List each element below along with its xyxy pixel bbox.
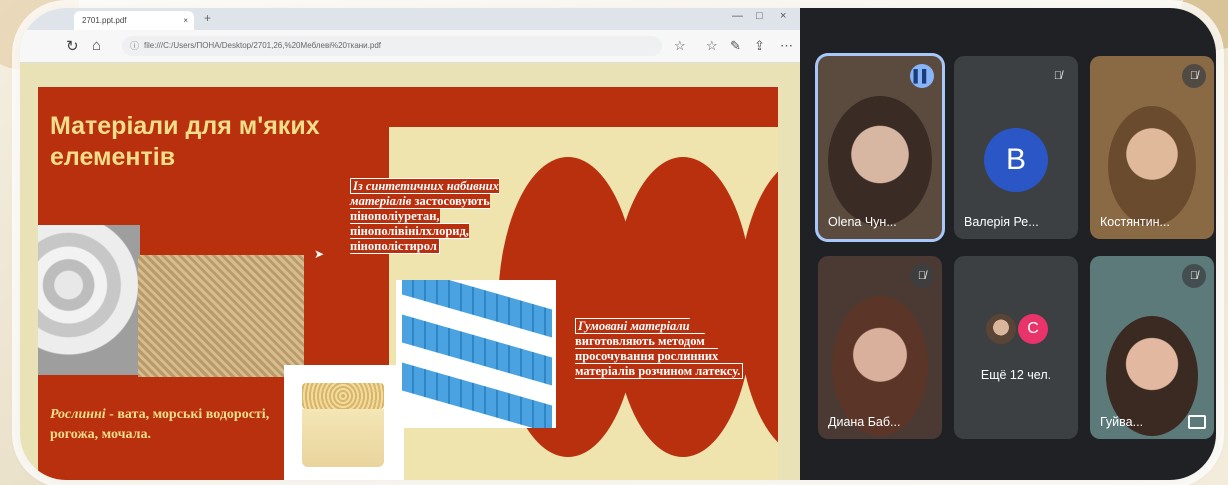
tab-close-icon[interactable]: ×: [183, 11, 188, 30]
avatar: C: [1018, 314, 1048, 344]
participant-video: [1108, 106, 1196, 226]
screenshot-frame: 2701.ppt.pdf × + — □ × ↻ ⌂ ⓘ file:///C:/…: [20, 8, 1216, 480]
screen-share-icon: [1188, 415, 1206, 429]
participant-tile[interactable]: 🎙̸ Диана Баб...: [818, 256, 942, 439]
share-icon[interactable]: ⇪: [754, 38, 765, 54]
rubber-rest: виготовляють методом просочування рослин…: [575, 334, 741, 378]
foam-block-body: [302, 409, 384, 467]
browser-toolbar: ↻ ⌂ ⓘ file:///C:/Users/ПОНА/Desktop/2701…: [20, 30, 800, 63]
mic-off-icon: 🎙̸: [1182, 264, 1206, 288]
browser-window: 2701.ppt.pdf × + — □ × ↻ ⌂ ⓘ file:///C:/…: [20, 8, 800, 480]
participant-name: Костянтин...: [1100, 215, 1170, 229]
tab-title: 2701.ppt.pdf: [82, 16, 127, 25]
avatar: [986, 314, 1016, 344]
participant-tile[interactable]: ▌▌ Olena Чун...: [818, 56, 942, 239]
participant-name: Валерія Ре...: [964, 215, 1039, 229]
participant-name: Диана Баб...: [828, 415, 901, 429]
participant-tile[interactable]: В 🎙̸ Валерія Ре...: [954, 56, 1078, 239]
mic-off-icon: 🎙̸: [1182, 64, 1206, 88]
favorite-star-icon[interactable]: ☆: [674, 38, 686, 54]
more-participants-label: Ещё 12 чел.: [980, 368, 1052, 382]
close-window-icon[interactable]: ×: [780, 10, 786, 22]
home-icon[interactable]: ⌂: [92, 37, 101, 54]
participant-tile[interactable]: 🎙̸ Костянтин...: [1090, 56, 1214, 239]
blue-foam-sheets-image: [396, 280, 556, 428]
url-text: file:///C:/Users/ПОНА/Desktop/2701,26,%2…: [144, 41, 381, 50]
slide-title: Матеріали для м'яких елементів: [50, 112, 320, 171]
browser-tab-pdf[interactable]: 2701.ppt.pdf ×: [74, 11, 194, 30]
participant-name: Гуйва...: [1100, 415, 1144, 429]
avatar: В: [984, 128, 1048, 192]
favorites-icon[interactable]: ☆: [706, 38, 718, 54]
pen-icon[interactable]: ✎: [730, 38, 741, 54]
cotton-roll-image: [38, 225, 140, 375]
burlap-fabric-image: [138, 255, 304, 377]
speaking-indicator-icon: ▌▌: [910, 64, 934, 88]
mic-off-icon: 🎙̸: [910, 264, 934, 288]
participant-tile[interactable]: 🎙̸ Гуйва...: [1090, 256, 1214, 439]
decorative-red-oval: [613, 157, 753, 457]
synthetic-materials-text: Із синтетичних набивних матеріалів засто…: [350, 178, 540, 254]
reload-icon[interactable]: ↻: [66, 37, 79, 55]
new-tab-icon[interactable]: +: [204, 11, 211, 25]
tab-bar: 2701.ppt.pdf × + — □ ×: [20, 8, 800, 30]
participant-tile-more[interactable]: C Ещё 12 чел.: [954, 256, 1078, 439]
rubber-italic: Гумовані матеріали: [578, 319, 690, 333]
address-bar[interactable]: ⓘ file:///C:/Users/ПОНА/Desktop/2701,26,…: [122, 36, 662, 56]
participant-name: Olena Чун...: [828, 215, 897, 229]
info-icon[interactable]: ⓘ: [130, 36, 139, 56]
minimize-icon[interactable]: —: [732, 10, 743, 22]
plant-italic: Рослинні: [50, 407, 106, 422]
participant-video: [828, 96, 932, 226]
maximize-icon[interactable]: □: [756, 10, 763, 22]
rubber-materials-text: Гумовані матеріали виготовляють методом …: [575, 318, 765, 379]
mic-off-icon: 🎙̸: [1046, 64, 1070, 88]
plant-materials-text: Рослинні - вата, морські водорості, рого…: [50, 405, 290, 445]
meeting-panel: ▌▌ Olena Чун... В 🎙̸ Валерія Ре... 🎙̸ Ко…: [800, 8, 1216, 480]
presentation-slide: Матеріали для м'яких елементів Із синтет…: [38, 87, 778, 480]
more-icon[interactable]: ⋯: [780, 38, 793, 54]
mouse-cursor-icon: ➤: [314, 247, 325, 261]
pdf-viewer[interactable]: Матеріали для м'яких елементів Із синтет…: [20, 63, 800, 480]
foam-sample-image: [284, 365, 404, 480]
foam-block-top: [302, 383, 384, 409]
